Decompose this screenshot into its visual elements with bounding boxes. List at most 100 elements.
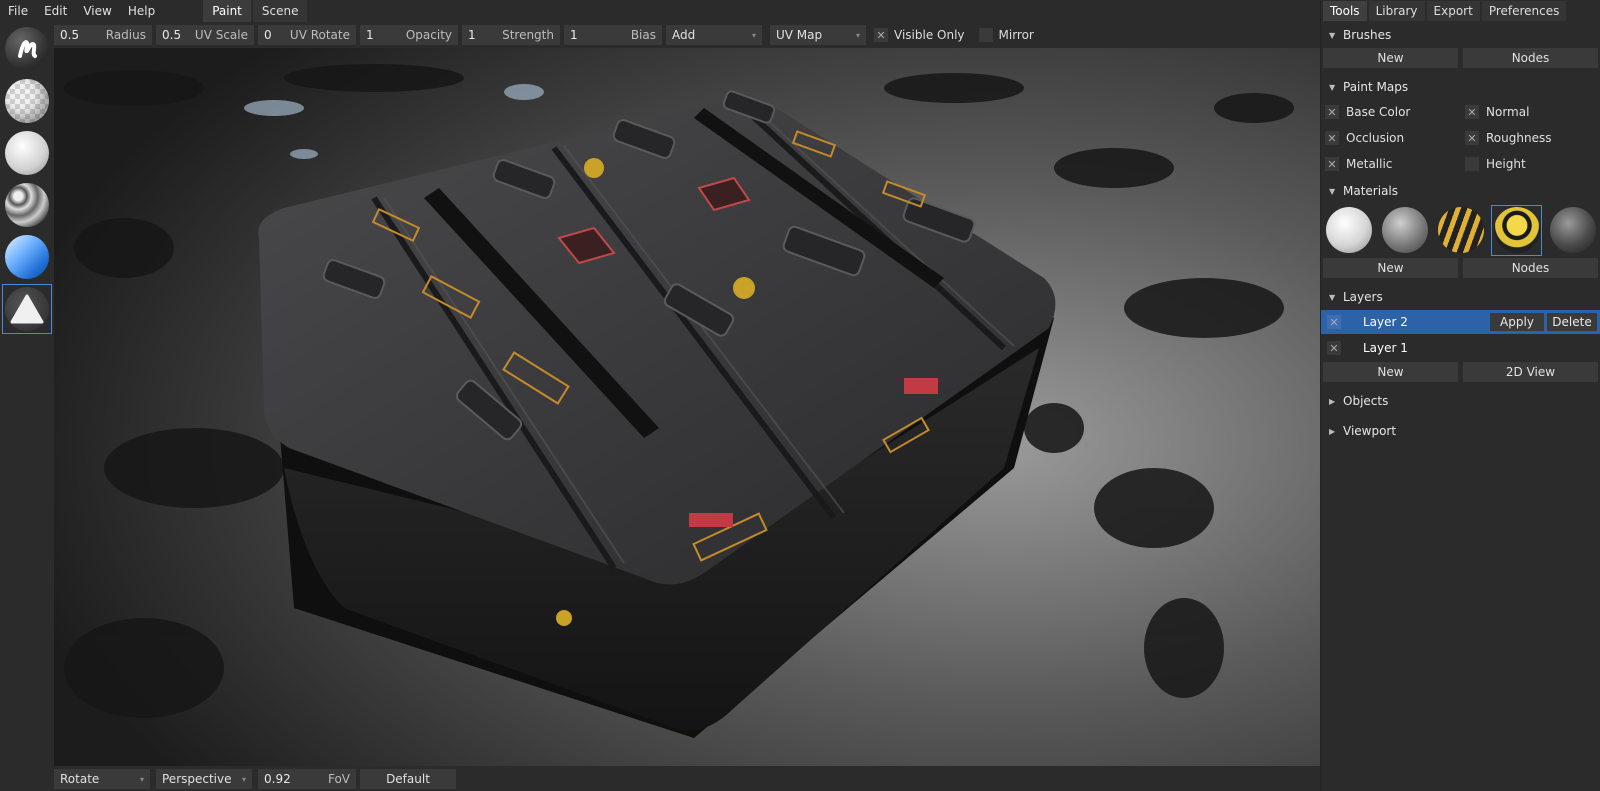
strength-label: Strength — [502, 28, 554, 42]
viewport-title: Viewport — [1343, 424, 1397, 438]
menu-view[interactable]: View — [75, 0, 119, 22]
height-label: Height — [1486, 157, 1526, 171]
camera-mode-select[interactable]: Rotate ▾ — [54, 769, 150, 789]
bias-field[interactable]: 1 Bias — [564, 25, 662, 45]
fov-field[interactable]: 0.92 FoV — [258, 769, 356, 789]
materials-title: Materials — [1343, 184, 1399, 198]
radius-value: 0.5 — [60, 28, 80, 42]
tool-strip — [0, 24, 54, 791]
uv-rotate-value: 0 — [264, 28, 272, 42]
triangle-down-icon: ▼ — [1329, 82, 1336, 92]
bias-value: 1 — [570, 28, 578, 42]
layer-name: Layer 1 — [1363, 341, 1408, 355]
menu-file[interactable]: File — [0, 0, 36, 22]
projection-select[interactable]: UV Map ▾ — [770, 25, 866, 45]
materials-header[interactable]: ▼ Materials — [1321, 178, 1600, 204]
brushes-buttons: New Nodes — [1321, 48, 1600, 68]
material-slot[interactable] — [1435, 205, 1486, 256]
metallic-checkbox[interactable]: ✕ Metallic — [1325, 155, 1465, 173]
brushes-header[interactable]: ▼ Brushes — [1321, 22, 1600, 48]
bias-label: Bias — [630, 28, 656, 42]
chevron-down-icon: ▾ — [855, 30, 860, 40]
tool-gradient[interactable] — [2, 232, 52, 282]
brushes-section: ▼ Brushes New Nodes — [1321, 22, 1600, 68]
tab-preferences[interactable]: Preferences — [1481, 1, 1567, 21]
layers-header[interactable]: ▼ Layers — [1321, 284, 1600, 310]
projection-mode-select[interactable]: Perspective ▾ — [156, 769, 252, 789]
apply-layer-button[interactable]: Apply — [1490, 313, 1544, 331]
opacity-field[interactable]: 1 Opacity — [360, 25, 458, 45]
materials-new-button[interactable]: New — [1323, 258, 1458, 278]
blend-mode-value: Add — [672, 28, 696, 42]
viewport-header[interactable]: ▶ Viewport — [1321, 418, 1600, 444]
default-view-button[interactable]: Default — [360, 769, 456, 789]
brush-icon — [5, 27, 49, 71]
tab-export[interactable]: Export — [1426, 1, 1480, 21]
roughness-label: Roughness — [1486, 131, 1552, 145]
occlusion-checkbox[interactable]: ✕ Occlusion — [1325, 129, 1465, 147]
side-panel: Tools Library Export Preferences ▼ Brush… — [1320, 0, 1600, 791]
mirror-checkbox[interactable]: Mirror — [978, 28, 1034, 42]
material-slot-selected[interactable] — [1491, 204, 1542, 256]
tab-paint[interactable]: Paint — [203, 0, 251, 22]
tab-scene[interactable]: Scene — [252, 0, 308, 22]
brushes-nodes-button[interactable]: Nodes — [1463, 48, 1598, 68]
menu-edit[interactable]: Edit — [36, 0, 75, 22]
layers-section: ▼ Layers ✕ Layer 2 Apply Delete ✕ Layer … — [1321, 284, 1600, 382]
tool-fill[interactable] — [2, 128, 52, 178]
menu-help[interactable]: Help — [120, 0, 163, 22]
tool-brush[interactable] — [2, 24, 52, 74]
triangle-down-icon: ▼ — [1329, 30, 1336, 40]
materials-section: ▼ Materials New Nodes — [1321, 178, 1600, 278]
brushes-new-button[interactable]: New — [1323, 48, 1458, 68]
projection-value: UV Map — [776, 28, 823, 42]
strength-field[interactable]: 1 Strength — [462, 25, 560, 45]
workspace-tabs: Paint Scene — [203, 0, 309, 22]
uv-scale-field[interactable]: 0.5 UV Scale — [156, 25, 254, 45]
checkbox-checked-icon: ✕ — [1465, 105, 1479, 119]
brushes-title: Brushes — [1343, 28, 1392, 42]
normal-checkbox[interactable]: ✕ Normal — [1465, 103, 1600, 121]
layer-row-selected[interactable]: ✕ Layer 2 Apply Delete — [1321, 310, 1600, 334]
tool-bake[interactable] — [2, 284, 52, 334]
base-color-checkbox[interactable]: ✕ Base Color — [1325, 103, 1465, 121]
radius-field[interactable]: 0.5 Radius — [54, 25, 152, 45]
layer-row[interactable]: ✕ Layer 1 — [1321, 336, 1600, 360]
fov-value: 0.92 — [264, 772, 291, 786]
fov-label: FoV — [327, 772, 350, 786]
height-checkbox[interactable]: Height — [1465, 155, 1600, 173]
uv-scale-value: 0.5 — [162, 28, 182, 42]
app-window: File Edit View Help Paint Scene 0.5 Radi… — [0, 0, 1600, 791]
material-slot[interactable] — [1547, 205, 1598, 256]
tool-decal[interactable] — [2, 180, 52, 230]
tab-library[interactable]: Library — [1368, 1, 1425, 21]
triangle-icon — [5, 287, 49, 331]
menu-bar: File Edit View Help Paint Scene — [0, 0, 1320, 22]
visibility-checkbox-icon[interactable]: ✕ — [1327, 341, 1341, 355]
materials-nodes-button[interactable]: Nodes — [1463, 258, 1598, 278]
tab-tools[interactable]: Tools — [1323, 1, 1367, 21]
material-slot[interactable] — [1323, 205, 1374, 256]
normal-label: Normal — [1486, 105, 1530, 119]
uv-rotate-label: UV Rotate — [289, 28, 350, 42]
material-slot[interactable] — [1379, 205, 1430, 256]
gradient-icon — [5, 235, 49, 279]
objects-header[interactable]: ▶ Objects — [1321, 388, 1600, 414]
delete-layer-button[interactable]: Delete — [1547, 313, 1597, 331]
paint-maps-header[interactable]: ▼ Paint Maps — [1321, 74, 1600, 100]
2d-view-button[interactable]: 2D View — [1463, 362, 1598, 382]
checkbox-checked-icon: ✕ — [1325, 131, 1339, 145]
eraser-icon — [5, 79, 49, 123]
blend-mode-select[interactable]: Add ▾ — [666, 25, 762, 45]
visibility-checkbox-icon[interactable]: ✕ — [1327, 315, 1341, 329]
layers-new-button[interactable]: New — [1323, 362, 1458, 382]
materials-list — [1321, 204, 1600, 256]
3d-viewport[interactable] — [54, 48, 1320, 766]
radius-label: Radius — [105, 28, 146, 42]
visible-only-checkbox[interactable]: ✕ Visible Only — [874, 28, 965, 42]
chevron-down-icon: ▾ — [139, 774, 144, 784]
roughness-checkbox[interactable]: ✕ Roughness — [1465, 129, 1600, 147]
tool-eraser[interactable] — [2, 76, 52, 126]
uv-rotate-field[interactable]: 0 UV Rotate — [258, 25, 356, 45]
checkbox-checked-icon: ✕ — [874, 28, 888, 42]
